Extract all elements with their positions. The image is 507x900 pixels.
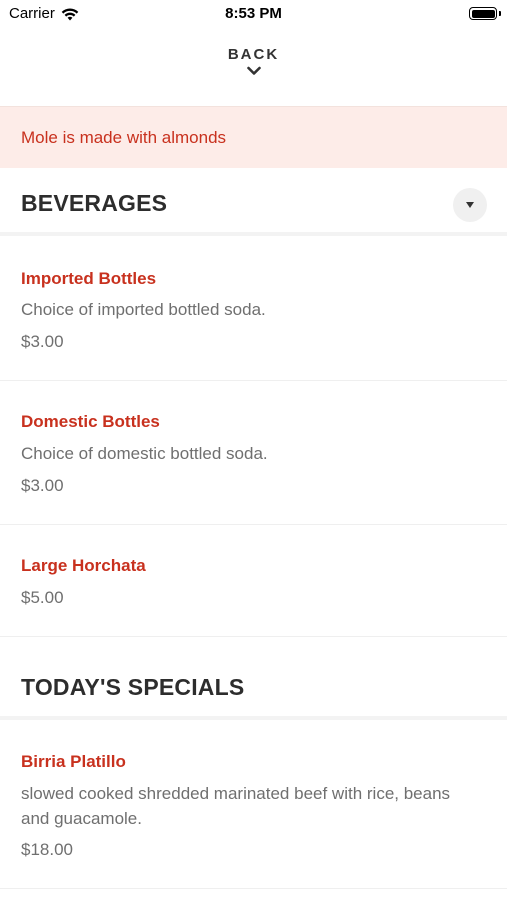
- back-button[interactable]: BACK: [0, 46, 507, 94]
- section-title: BEVERAGES: [21, 190, 168, 216]
- item-name: Imported Bottles: [21, 269, 157, 288]
- battery-icon: [469, 7, 497, 20]
- section-header-todays-specials: TODAY'S SPECIALS: [0, 654, 507, 720]
- status-time: 8:53 PM: [225, 5, 282, 22]
- status-bar: Carrier 8:53 PM: [0, 0, 507, 28]
- item-description: Choice of domestic bottled soda.: [21, 444, 268, 463]
- menu-item-large-horchata[interactable]: Large Horchata $5.00: [0, 525, 507, 637]
- item-name: Birria Platillo: [21, 752, 126, 771]
- menu-item-birria-platillo[interactable]: Birria Platillo slowed cooked shredded m…: [0, 724, 507, 889]
- item-price: $5.00: [21, 588, 64, 607]
- item-price: $18.00: [21, 840, 73, 859]
- item-price: $3.00: [21, 332, 64, 351]
- item-description: Choice of imported bottled soda.: [21, 300, 266, 319]
- back-label: BACK: [227, 46, 280, 63]
- section-header-beverages: BEVERAGES: [0, 170, 507, 236]
- item-description: slowed cooked shredded marinated beef wi…: [21, 784, 451, 828]
- chevron-down-icon: [246, 66, 261, 75]
- item-name: Large Horchata: [21, 556, 146, 575]
- caret-down-icon: [466, 202, 474, 208]
- menu-item-domestic-bottles[interactable]: Domestic Bottles Choice of domestic bott…: [0, 381, 507, 525]
- collapse-section-button[interactable]: [453, 188, 487, 222]
- item-name: Domestic Bottles: [21, 412, 160, 431]
- battery-cap: [499, 11, 501, 16]
- menu-item-imported-bottles[interactable]: Imported Bottles Choice of imported bott…: [0, 240, 507, 381]
- item-price: $3.00: [21, 476, 64, 495]
- notice-text: Mole is made with almonds: [21, 128, 227, 147]
- allergy-notice: Mole is made with almonds: [0, 106, 507, 168]
- section-title: TODAY'S SPECIALS: [21, 674, 245, 700]
